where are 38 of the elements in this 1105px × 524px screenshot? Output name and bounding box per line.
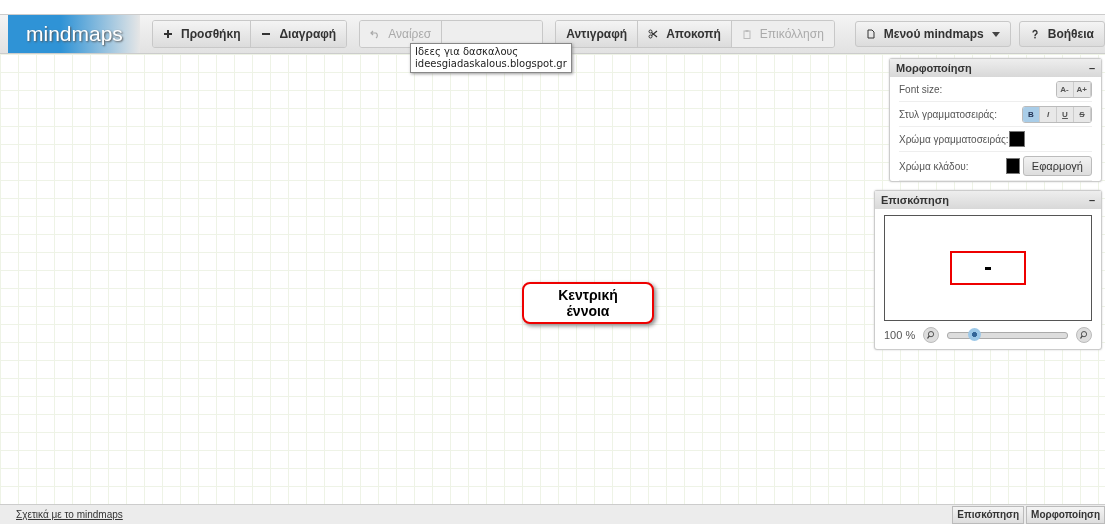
collapse-button[interactable]: – <box>1088 62 1095 74</box>
font-style-button[interactable]: I <box>1040 106 1057 122</box>
tooltip: Ιδεες για δασκαλους ideesgiadaskalous.blogspot.gr <box>410 43 572 73</box>
field-label: Font size: <box>899 83 943 95</box>
toolbar-button[interactable]: Αντιγραφή <box>556 21 639 47</box>
toolbar-button[interactable]: Διαγραφή <box>251 21 347 47</box>
field-label: Χρώμα κλάδου: <box>899 160 970 172</box>
color-swatch[interactable] <box>1008 131 1025 147</box>
font-size-button[interactable]: A- <box>1056 81 1074 97</box>
panel-toggle-button[interactable]: Μορφοποίηση <box>1026 505 1105 524</box>
font-style-button[interactable]: U <box>1057 106 1074 122</box>
apply-button[interactable]: Εφαρμογή <box>1022 156 1092 176</box>
zoom-slider[interactable] <box>947 331 1068 339</box>
collapse-button[interactable]: – <box>1088 194 1095 206</box>
mini-node <box>985 266 991 270</box>
panel-toggle-button[interactable]: Επισκόπηση <box>952 505 1025 524</box>
zoom-level: 100 % <box>884 329 916 341</box>
undo-icon <box>370 29 381 39</box>
scissors-icon <box>648 29 659 39</box>
about-link[interactable]: Σχετικά με το mindmaps <box>16 509 123 520</box>
color-swatch[interactable] <box>1006 158 1020 174</box>
menu-button[interactable]: Βοήθεια <box>1018 21 1105 47</box>
font-style-button[interactable]: S <box>1074 106 1091 122</box>
zoom-out-icon[interactable] <box>923 327 940 343</box>
panel-title: Μορφοποίηση <box>896 62 972 74</box>
font-style-button[interactable]: B <box>1023 106 1040 122</box>
field-label: Χρώμα γραμματοσειράς: <box>899 133 1009 145</box>
field-label: Στυλ γραμματοσειράς: <box>899 108 997 120</box>
overview-map[interactable] <box>884 215 1092 321</box>
plus-icon <box>163 29 173 39</box>
menu-button[interactable]: Μενού mindmaps <box>854 21 1011 47</box>
page-icon <box>865 29 876 39</box>
zoom-in-icon[interactable] <box>1076 327 1092 343</box>
panel-title: Επισκόπηση <box>881 194 949 206</box>
central-node[interactable]: Κεντρική έννοια <box>522 282 654 324</box>
toolbar-button[interactable]: Προσθήκη <box>153 21 252 47</box>
clipboard-icon <box>741 29 752 39</box>
toolbar-button[interactable]: Αποκοπή <box>638 21 732 47</box>
